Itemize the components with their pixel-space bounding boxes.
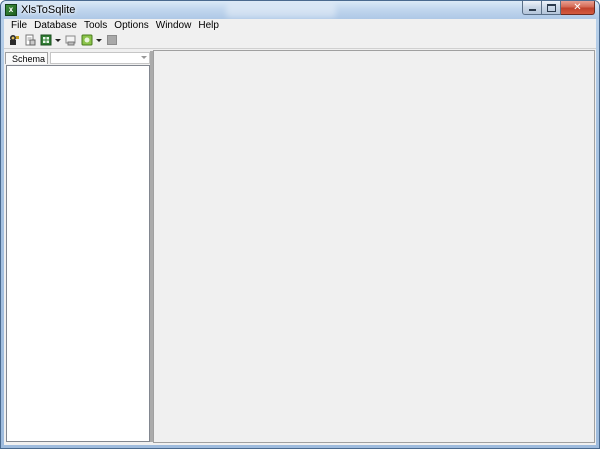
- minimize-icon: [528, 8, 536, 11]
- menu-window[interactable]: Window: [153, 19, 196, 32]
- maximize-icon: [546, 3, 556, 12]
- mdi-workspace: [153, 50, 595, 443]
- export-dropdown-arrow[interactable]: [96, 33, 102, 47]
- open-file-button[interactable]: [23, 33, 37, 47]
- schema-select[interactable]: [50, 51, 150, 64]
- close-icon: ✕: [573, 1, 582, 13]
- connect-database-icon: [10, 35, 19, 45]
- schema-tab[interactable]: Schema: [5, 51, 49, 64]
- stop-icon: [107, 35, 117, 45]
- minimize-button[interactable]: [522, 1, 542, 15]
- export-button[interactable]: [80, 33, 94, 47]
- toolbar: [4, 32, 596, 49]
- query-icon: [65, 35, 76, 46]
- chevron-down-icon: [55, 38, 61, 42]
- title-bar[interactable]: x XlsToSqlite ✕: [1, 1, 599, 19]
- menu-help[interactable]: Help: [195, 19, 223, 32]
- menu-options[interactable]: Options: [111, 19, 152, 32]
- menu-bar: File Database Tools Options Window Help: [4, 19, 596, 32]
- menu-database[interactable]: Database: [31, 19, 81, 32]
- chevron-down-icon: [96, 38, 102, 42]
- app-icon: x: [5, 4, 17, 16]
- close-button[interactable]: ✕: [561, 1, 595, 15]
- menu-file[interactable]: File: [8, 19, 31, 32]
- client-area: File Database Tools Options Window Help: [4, 19, 596, 445]
- schema-panel: Schema: [5, 51, 150, 442]
- schema-tree-view[interactable]: [6, 65, 150, 442]
- maximize-button[interactable]: [542, 1, 561, 15]
- open-file-icon: [25, 34, 36, 46]
- query-button[interactable]: [64, 33, 78, 47]
- export-icon: [81, 34, 93, 46]
- caption-buttons: ✕: [522, 1, 595, 15]
- import-dropdown-arrow[interactable]: [55, 33, 61, 47]
- import-excel-button[interactable]: [39, 33, 53, 47]
- window-title: XlsToSqlite: [21, 4, 76, 16]
- chevron-down-icon: [141, 55, 147, 59]
- schema-header: Schema: [5, 51, 150, 64]
- app-window: x XlsToSqlite ✕ File Database Tools Opti…: [0, 0, 600, 449]
- connect-database-button[interactable]: [7, 33, 21, 47]
- stop-button[interactable]: [105, 33, 119, 47]
- import-excel-icon: [40, 34, 52, 46]
- menu-tools[interactable]: Tools: [81, 19, 111, 32]
